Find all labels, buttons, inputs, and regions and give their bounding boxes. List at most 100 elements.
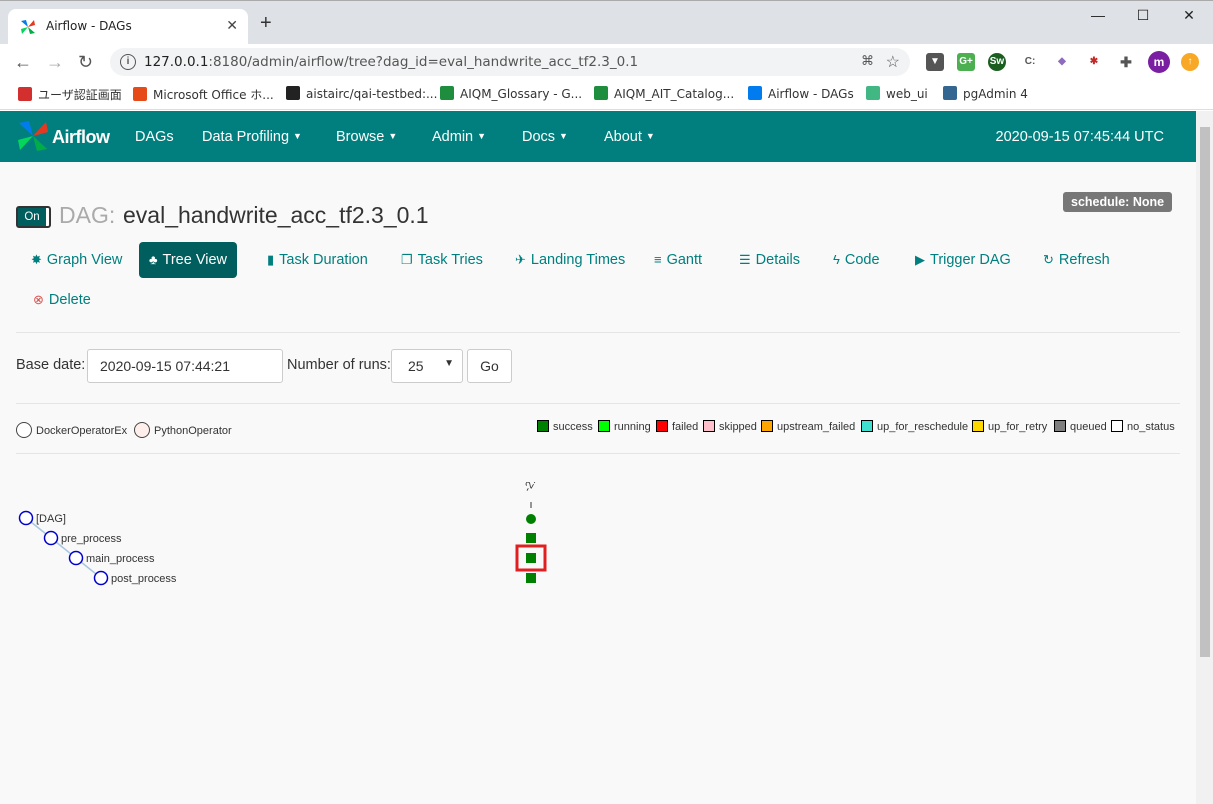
tree-node-circle[interactable] xyxy=(18,510,34,526)
task-instance-square[interactable] xyxy=(526,553,536,563)
bookmark-item[interactable]: ユーザ認証画面 xyxy=(18,86,122,103)
bookmark-favicon-icon xyxy=(440,86,454,100)
state-legend-up_for_reschedule: up_for_reschedule xyxy=(861,420,968,433)
tab-details[interactable]: ☰ Details xyxy=(729,242,810,278)
bookmark-favicon-icon xyxy=(943,86,957,100)
nav-data-profiling[interactable]: Data Profiling ▼ xyxy=(202,129,302,145)
bookmark-favicon-icon xyxy=(594,86,608,100)
nav-admin[interactable]: Admin ▼ xyxy=(432,129,486,145)
task-instance-square[interactable] xyxy=(526,573,536,583)
state-swatch xyxy=(1111,420,1123,432)
address-bar[interactable]: i 127.0.0.1:8180/admin/airflow/tree?dag_… xyxy=(110,48,910,76)
play-circle-icon: ▶ xyxy=(915,252,925,267)
airflow-logo-icon[interactable] xyxy=(16,119,50,153)
state-legend-up_for_retry: up_for_retry xyxy=(972,420,1047,433)
operator-legend-item: PythonOperator xyxy=(134,422,232,438)
minimize-icon[interactable]: — xyxy=(1075,7,1121,23)
tree-icon: ♣ xyxy=(149,252,158,267)
dag-toggle[interactable]: On xyxy=(16,206,51,228)
plane-icon: ✈ xyxy=(515,252,526,267)
flash-icon: ϟ xyxy=(833,252,840,267)
state-name: upstream_failed xyxy=(777,421,856,433)
page-scrollbar[interactable] xyxy=(1196,111,1213,804)
tab-gantt[interactable]: ≡ Gantt xyxy=(644,242,712,278)
dag-run-status-circle[interactable] xyxy=(526,514,536,524)
tab-label: Trigger DAG xyxy=(930,252,1011,268)
state-name: success xyxy=(553,421,593,433)
nav-docs[interactable]: Docs ▼ xyxy=(522,129,568,145)
divider xyxy=(16,403,1180,404)
state-name: failed xyxy=(672,421,699,433)
divider xyxy=(16,332,1180,333)
bookmark-item[interactable]: aistairc/qai-testbed:... xyxy=(286,86,437,101)
tree-node-circle[interactable] xyxy=(43,530,59,546)
nav-browse[interactable]: Browse ▼ xyxy=(336,129,397,145)
state-legend-failed: failed xyxy=(656,420,698,433)
browser-tab[interactable]: Airflow - DAGs ✕ xyxy=(8,9,248,45)
tab-graph-view[interactable]: ✸ Graph View xyxy=(21,242,132,278)
go-button[interactable]: Go xyxy=(467,349,512,383)
bookmark-favicon-icon xyxy=(866,86,880,100)
reload-icon[interactable]: ↻ xyxy=(78,51,93,73)
state-name: up_for_retry xyxy=(988,421,1048,433)
bookmark-item[interactable]: Airflow - DAGs xyxy=(748,86,854,101)
bookmark-favicon-icon xyxy=(18,87,32,101)
bookmark-item[interactable]: Microsoft Office ホ... xyxy=(133,86,274,103)
extension-sw-icon[interactable]: Sw xyxy=(988,53,1006,71)
tab-tree-view[interactable]: ♣ Tree View xyxy=(139,242,238,278)
tab-code[interactable]: ϟ Code xyxy=(823,242,890,278)
url-text: 127.0.0.1:8180/admin/airflow/tree?dag_id… xyxy=(144,54,639,70)
tab-delete[interactable]: ⊗ Delete xyxy=(23,282,101,318)
nav-about[interactable]: About ▼ xyxy=(604,129,655,145)
back-icon[interactable]: ← xyxy=(14,51,32,73)
state-legend-no_status: no_status xyxy=(1111,420,1175,433)
operator-name: PythonOperator xyxy=(154,425,232,437)
extensions-puzzle-icon[interactable]: ✚ xyxy=(1117,53,1135,71)
extension-bug-icon[interactable]: ✱ xyxy=(1085,53,1103,71)
chevron-down-icon: ▼ xyxy=(444,358,454,369)
airflow-brand[interactable]: Airflow xyxy=(52,127,110,148)
window-close-icon[interactable]: ✕ xyxy=(1166,7,1212,24)
extension-octocat-icon[interactable]: ◆ xyxy=(1053,53,1071,71)
nav-dags[interactable]: DAGs xyxy=(135,129,174,145)
state-legend-skipped: skipped xyxy=(703,420,757,433)
new-tab-icon[interactable]: + xyxy=(260,13,272,33)
state-name: no_status xyxy=(1127,421,1175,433)
bookmark-star-icon[interactable]: ☆ xyxy=(886,52,900,72)
tab-refresh[interactable]: ↻ Refresh xyxy=(1033,242,1120,278)
bookmark-item[interactable]: web_ui xyxy=(866,86,928,101)
base-date-input[interactable]: 2020-09-15 07:44:21 xyxy=(87,349,283,383)
number-of-runs-select[interactable]: 25 ▼ xyxy=(391,349,463,383)
bookmark-label: web_ui xyxy=(886,87,928,101)
forward-icon[interactable]: → xyxy=(46,51,64,73)
tab-close-icon[interactable]: ✕ xyxy=(226,17,238,34)
remove-circle-icon: ⊗ xyxy=(33,292,44,307)
maximize-icon[interactable]: ☐ xyxy=(1120,7,1166,24)
scrollbar-thumb[interactable] xyxy=(1200,127,1210,657)
tab-task-duration[interactable]: ▮ Task Duration xyxy=(257,242,378,278)
airflow-favicon-icon xyxy=(21,20,35,34)
task-instance-square[interactable] xyxy=(526,533,536,543)
align-left-icon: ≡ xyxy=(654,252,662,267)
list-icon: ☰ xyxy=(739,252,751,267)
extension-c-icon[interactable]: C: xyxy=(1021,53,1039,71)
tree-node-circle[interactable] xyxy=(68,550,84,566)
translate-icon[interactable]: ⌘ xyxy=(861,53,874,69)
bookmark-item[interactable]: AIQM_Glossary - G... xyxy=(440,86,582,101)
extension-shield-icon[interactable]: ▼ xyxy=(926,53,944,71)
tab-landing-times[interactable]: ✈ Landing Times xyxy=(505,242,635,278)
update-icon[interactable]: ↑ xyxy=(1181,53,1199,71)
bookmark-item[interactable]: AIQM_AIT_Catalog... xyxy=(594,86,734,101)
extension-gplus-icon[interactable]: G+ xyxy=(957,53,975,71)
bookmark-favicon-icon xyxy=(286,86,300,100)
profile-avatar[interactable]: m xyxy=(1148,51,1170,73)
chevron-down-icon: ▼ xyxy=(645,131,655,141)
site-info-icon[interactable]: i xyxy=(120,54,136,70)
operator-legend-item: DockerOperatorEx xyxy=(16,422,127,438)
tab-task-tries[interactable]: ❐ Task Tries xyxy=(391,242,493,278)
state-swatch xyxy=(761,420,773,432)
files-icon: ❐ xyxy=(401,252,413,267)
tree-node-circle[interactable] xyxy=(93,570,109,586)
tab-trigger-dag[interactable]: ▶ Trigger DAG xyxy=(905,242,1021,278)
bookmark-item[interactable]: pgAdmin 4 xyxy=(943,86,1028,101)
